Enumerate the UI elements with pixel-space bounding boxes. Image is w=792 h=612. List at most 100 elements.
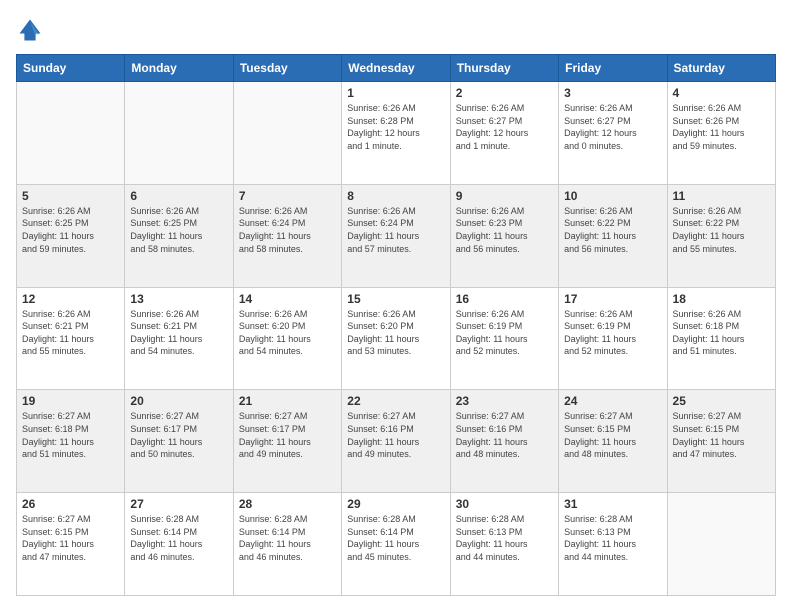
day-info: Sunrise: 6:26 AM Sunset: 6:22 PM Dayligh… — [564, 205, 661, 255]
day-number: 1 — [347, 86, 444, 100]
day-info: Sunrise: 6:28 AM Sunset: 6:14 PM Dayligh… — [130, 513, 227, 563]
day-number: 22 — [347, 394, 444, 408]
calendar-day-cell: 6 Sunrise: 6:26 AM Sunset: 6:25 PM Daylig… — [125, 184, 233, 287]
calendar-day-cell: 7Sunrise: 6:26 AM Sunset: 6:24 PM Daylig… — [233, 184, 341, 287]
header — [16, 16, 776, 44]
day-number: 11 — [673, 189, 770, 203]
day-info: Sunrise: 6:27 AM Sunset: 6:17 PM Dayligh… — [239, 410, 336, 460]
calendar-day-cell — [667, 493, 775, 596]
calendar-day-cell: 28 Sunrise: 6:28 AM Sunset: 6:14 PM Dayli… — [233, 493, 341, 596]
logo-icon — [16, 16, 44, 44]
day-info: Sunrise: 6:28 AM Sunset: 6:13 PM Dayligh… — [456, 513, 553, 563]
calendar-day-cell: 11 Sunrise: 6:26 AM Sunset: 6:22 PM Dayli… — [667, 184, 775, 287]
day-info: Sunrise: 6:27 AM Sunset: 6:18 PM Dayligh… — [22, 410, 119, 460]
day-number: 6 — [130, 189, 227, 203]
day-info: Sunrise: 6:26 AM Sunset: 6:20 PM Dayligh… — [347, 308, 444, 358]
calendar-day-cell: 2 Sunrise: 6:26 AM Sunset: 6:27 PM Daylig… — [450, 82, 558, 185]
day-info: Sunrise: 6:26 AM Sunset: 6:28 PM Dayligh… — [347, 102, 444, 152]
calendar-day-cell: 10 Sunrise: 6:26 AM Sunset: 6:22 PM Dayli… — [559, 184, 667, 287]
calendar-day-cell: 1 Sunrise: 6:26 AM Sunset: 6:28 PM Daylig… — [342, 82, 450, 185]
day-number: 27 — [130, 497, 227, 511]
day-info: Sunrise: 6:26 AM Sunset: 6:24 PM Dayligh… — [347, 205, 444, 255]
day-info: Sunrise: 6:26 AM Sunset: 6:19 PM Dayligh… — [456, 308, 553, 358]
day-number: 15 — [347, 292, 444, 306]
calendar-day-cell: 13 Sunrise: 6:26 AM Sunset: 6:21 PM Dayli… — [125, 287, 233, 390]
calendar-week-row: 12 Sunrise: 6:26 AM Sunset: 6:21 PM Dayli… — [17, 287, 776, 390]
calendar-day-cell: 27 Sunrise: 6:28 AM Sunset: 6:14 PM Dayli… — [125, 493, 233, 596]
day-number: 7 — [239, 189, 336, 203]
weekday-header: Friday — [559, 55, 667, 82]
day-number: 13 — [130, 292, 227, 306]
day-info: Sunrise: 6:26 AM Sunset: 6:25 PM Dayligh… — [130, 205, 227, 255]
weekday-header: Monday — [125, 55, 233, 82]
calendar-day-cell: 23 Sunrise: 6:27 AM Sunset: 6:16 PM Dayli… — [450, 390, 558, 493]
calendar-day-cell: 4Sunrise: 6:26 AM Sunset: 6:26 PM Daylig… — [667, 82, 775, 185]
calendar-day-cell: 30 Sunrise: 6:28 AM Sunset: 6:13 PM Dayli… — [450, 493, 558, 596]
day-number: 18 — [673, 292, 770, 306]
day-info: Sunrise: 6:26 AM Sunset: 6:26 PM Dayligh… — [673, 102, 770, 152]
day-number: 14 — [239, 292, 336, 306]
calendar-day-cell: 12 Sunrise: 6:26 AM Sunset: 6:21 PM Dayli… — [17, 287, 125, 390]
calendar-day-cell: 8 Sunrise: 6:26 AM Sunset: 6:24 PM Daylig… — [342, 184, 450, 287]
day-number: 28 — [239, 497, 336, 511]
day-info: Sunrise: 6:28 AM Sunset: 6:14 PM Dayligh… — [239, 513, 336, 563]
calendar-day-cell: 24 Sunrise: 6:27 AM Sunset: 6:15 PM Dayli… — [559, 390, 667, 493]
day-info: Sunrise: 6:26 AM Sunset: 6:25 PM Dayligh… — [22, 205, 119, 255]
calendar-day-cell: 3Sunrise: 6:26 AM Sunset: 6:27 PM Daylig… — [559, 82, 667, 185]
day-info: Sunrise: 6:27 AM Sunset: 6:15 PM Dayligh… — [673, 410, 770, 460]
calendar-day-cell: 16 Sunrise: 6:26 AM Sunset: 6:19 PM Dayli… — [450, 287, 558, 390]
day-info: Sunrise: 6:26 AM Sunset: 6:21 PM Dayligh… — [22, 308, 119, 358]
day-number: 8 — [347, 189, 444, 203]
calendar-day-cell: 17Sunrise: 6:26 AM Sunset: 6:19 PM Dayli… — [559, 287, 667, 390]
day-info: Sunrise: 6:26 AM Sunset: 6:20 PM Dayligh… — [239, 308, 336, 358]
calendar-day-cell: 18 Sunrise: 6:26 AM Sunset: 6:18 PM Dayli… — [667, 287, 775, 390]
calendar-day-cell: 31 Sunrise: 6:28 AM Sunset: 6:13 PM Dayli… — [559, 493, 667, 596]
calendar-week-row: 19Sunrise: 6:27 AM Sunset: 6:18 PM Dayli… — [17, 390, 776, 493]
weekday-header: Wednesday — [342, 55, 450, 82]
day-info: Sunrise: 6:28 AM Sunset: 6:14 PM Dayligh… — [347, 513, 444, 563]
day-number: 29 — [347, 497, 444, 511]
weekday-header: Sunday — [17, 55, 125, 82]
calendar-day-cell: 21Sunrise: 6:27 AM Sunset: 6:17 PM Dayli… — [233, 390, 341, 493]
day-number: 12 — [22, 292, 119, 306]
day-number: 26 — [22, 497, 119, 511]
calendar-day-cell: 22 Sunrise: 6:27 AM Sunset: 6:16 PM Dayli… — [342, 390, 450, 493]
day-number: 16 — [456, 292, 553, 306]
calendar-day-cell: 15 Sunrise: 6:26 AM Sunset: 6:20 PM Dayli… — [342, 287, 450, 390]
day-info: Sunrise: 6:27 AM Sunset: 6:16 PM Dayligh… — [347, 410, 444, 460]
day-number: 30 — [456, 497, 553, 511]
calendar-week-row: 1 Sunrise: 6:26 AM Sunset: 6:28 PM Daylig… — [17, 82, 776, 185]
day-number: 5 — [22, 189, 119, 203]
weekday-header: Thursday — [450, 55, 558, 82]
day-number: 31 — [564, 497, 661, 511]
day-info: Sunrise: 6:26 AM Sunset: 6:27 PM Dayligh… — [456, 102, 553, 152]
calendar-day-cell: 25Sunrise: 6:27 AM Sunset: 6:15 PM Dayli… — [667, 390, 775, 493]
day-number: 10 — [564, 189, 661, 203]
day-info: Sunrise: 6:26 AM Sunset: 6:18 PM Dayligh… — [673, 308, 770, 358]
calendar-day-cell — [17, 82, 125, 185]
day-info: Sunrise: 6:27 AM Sunset: 6:16 PM Dayligh… — [456, 410, 553, 460]
calendar-day-cell: 26 Sunrise: 6:27 AM Sunset: 6:15 PM Dayli… — [17, 493, 125, 596]
day-number: 9 — [456, 189, 553, 203]
calendar-day-cell: 9Sunrise: 6:26 AM Sunset: 6:23 PM Daylig… — [450, 184, 558, 287]
day-info: Sunrise: 6:27 AM Sunset: 6:15 PM Dayligh… — [564, 410, 661, 460]
calendar-header-row: SundayMondayTuesdayWednesdayThursdayFrid… — [17, 55, 776, 82]
calendar-week-row: 26 Sunrise: 6:27 AM Sunset: 6:15 PM Dayli… — [17, 493, 776, 596]
day-number: 17 — [564, 292, 661, 306]
weekday-header: Saturday — [667, 55, 775, 82]
day-number: 24 — [564, 394, 661, 408]
calendar-day-cell: 19Sunrise: 6:27 AM Sunset: 6:18 PM Dayli… — [17, 390, 125, 493]
logo — [16, 16, 48, 44]
page: SundayMondayTuesdayWednesdayThursdayFrid… — [0, 0, 792, 612]
calendar-day-cell — [125, 82, 233, 185]
calendar-day-cell: 14 Sunrise: 6:26 AM Sunset: 6:20 PM Dayli… — [233, 287, 341, 390]
weekday-header: Tuesday — [233, 55, 341, 82]
day-info: Sunrise: 6:28 AM Sunset: 6:13 PM Dayligh… — [564, 513, 661, 563]
day-info: Sunrise: 6:27 AM Sunset: 6:17 PM Dayligh… — [130, 410, 227, 460]
day-info: Sunrise: 6:27 AM Sunset: 6:15 PM Dayligh… — [22, 513, 119, 563]
calendar-day-cell: 20Sunrise: 6:27 AM Sunset: 6:17 PM Dayli… — [125, 390, 233, 493]
day-number: 23 — [456, 394, 553, 408]
day-info: Sunrise: 6:26 AM Sunset: 6:21 PM Dayligh… — [130, 308, 227, 358]
day-info: Sunrise: 6:26 AM Sunset: 6:22 PM Dayligh… — [673, 205, 770, 255]
day-number: 2 — [456, 86, 553, 100]
